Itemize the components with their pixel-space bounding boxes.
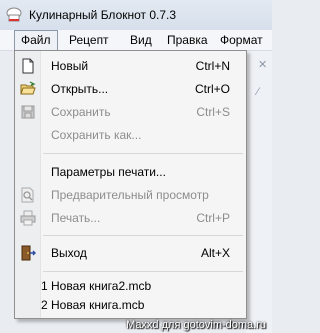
window-title-bar[interactable]: Кулинарный Блокнот 0.7.3 [0,0,272,31]
watermark: Maxxd для gotovim-doma.ru [126,319,266,331]
shortcut-label: Ctrl+S [196,105,230,119]
menu-edit[interactable]: Правка [161,30,214,50]
shortcut-label: Alt+X [200,246,230,260]
menu-bar: Файл Рецепт Вид Правка Формат [0,30,272,51]
menu-separator [43,235,243,236]
menu-item-open[interactable]: Открыть... Ctrl+O [15,78,246,100]
save-disk-icon [21,105,35,119]
menu-item-label: Печать... [51,211,101,225]
shortcut-label: Ctrl+O [194,82,230,96]
menu-item-label: Открыть... [51,82,109,96]
printer-icon [20,210,36,226]
exit-door-icon [21,245,36,261]
shortcut-label: Ctrl+P [196,211,230,225]
slash-icon: ∕ [257,86,259,98]
close-icon[interactable]: ✕ [258,58,267,71]
print-preview-icon [21,187,34,203]
menu-item-save[interactable]: Сохранить Ctrl+S [15,101,246,123]
file-dropdown-menu: Новый Ctrl+N Открыть... Ctrl+O Сохранить… [14,50,247,319]
menu-item-print-settings[interactable]: Параметры печати... [15,161,246,183]
menu-item-save-as[interactable]: Сохранить как... [15,124,246,146]
chef-hat-app-icon [6,7,22,22]
menu-view[interactable]: Вид [124,30,158,50]
background-toolbar: ✕ ∕ [246,51,272,333]
menu-file[interactable]: Файл [14,30,58,50]
recent-file-2[interactable]: 2 Новая книга.mcb [15,294,246,316]
menu-item-label: Новый [51,59,89,73]
menu-item-label: Выход [51,246,87,260]
menu-separator [43,153,243,154]
menu-format[interactable]: Формат [214,30,269,50]
window-title: Кулинарный Блокнот 0.7.3 [29,8,177,22]
menu-item-label: Сохранить как... [51,128,142,142]
menu-recipe[interactable]: Рецепт [63,30,115,50]
menu-item-print-preview[interactable]: Предварительный просмотр [15,184,246,206]
menu-item-new[interactable]: Новый Ctrl+N [15,55,246,77]
open-folder-icon [20,81,36,95]
recent-file-label: 2 Новая книга.mcb [41,298,145,312]
menu-item-label: Предварительный просмотр [51,188,209,202]
menu-item-label: Сохранить [51,105,111,119]
menu-item-exit[interactable]: Выход Alt+X [15,242,246,264]
shortcut-label: Ctrl+N [195,59,230,73]
menu-item-label: Параметры печати... [51,165,166,179]
menu-item-print[interactable]: Печать... Ctrl+P [15,207,246,229]
new-document-icon [22,58,34,74]
menu-separator [43,271,243,272]
